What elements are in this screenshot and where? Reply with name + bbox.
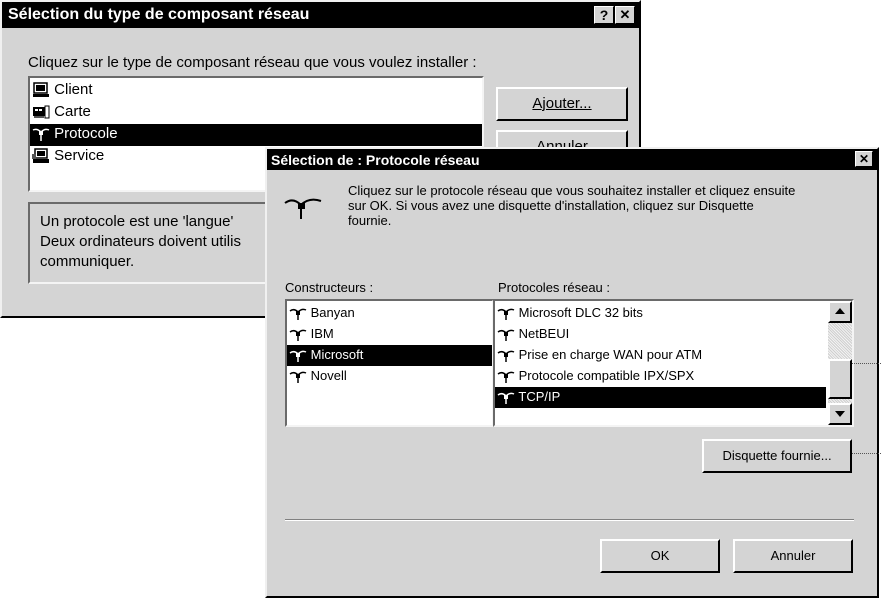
protocol-plug-icon bbox=[284, 198, 322, 219]
protocol-dialog: Sélection de : Protocole réseau ✕ Clique… bbox=[265, 147, 879, 598]
scroll-up-button[interactable] bbox=[828, 301, 852, 323]
protocol-item[interactable]: Microsoft DLC 32 bits bbox=[495, 303, 826, 324]
arrow-up-icon bbox=[835, 308, 845, 314]
list-item-client[interactable]: Client bbox=[30, 80, 482, 102]
callout-line bbox=[852, 453, 881, 454]
network-card-icon bbox=[33, 105, 50, 119]
manufacturer-item-ibm[interactable]: IBM bbox=[287, 324, 492, 345]
close-icon: ✕ bbox=[619, 7, 631, 22]
instructions: Cliquez sur le protocole réseau que vous… bbox=[348, 183, 795, 228]
instruction-line: Cliquez sur le protocole réseau que vous… bbox=[348, 183, 796, 198]
protocol-plug-icon bbox=[497, 371, 515, 383]
close-button[interactable]: ✕ bbox=[615, 6, 635, 24]
callout-line bbox=[852, 363, 881, 364]
protocol-plug-icon bbox=[289, 371, 307, 383]
disk-button[interactable]: Disquette fournie... bbox=[702, 439, 852, 473]
protocol-plug-icon bbox=[497, 329, 515, 341]
protocols-list[interactable]: Microsoft DLC 32 bits NetBEUI Prise en c… bbox=[493, 299, 854, 427]
protocol-titlebar[interactable]: Sélection de : Protocole réseau ✕ bbox=[267, 149, 877, 170]
close-icon: ✕ bbox=[858, 152, 870, 166]
component-type-title: Sélection du type de composant réseau bbox=[8, 6, 310, 23]
component-type-titlebar[interactable]: Sélection du type de composant réseau ? … bbox=[2, 2, 639, 28]
help-icon: ? bbox=[599, 7, 609, 23]
manufacturers-label: Constructeurs : bbox=[285, 280, 374, 295]
add-button[interactable]: Ajouter... bbox=[496, 87, 628, 121]
manufacturer-item-banyan[interactable]: Banyan bbox=[287, 303, 492, 324]
cancel-button[interactable]: Annuler bbox=[733, 539, 853, 573]
protocol-item[interactable]: Prise en charge WAN pour ATM bbox=[495, 345, 826, 366]
service-computer-icon bbox=[32, 148, 49, 164]
manufacturer-item-microsoft[interactable]: Microsoft bbox=[287, 345, 492, 366]
list-item-protocole[interactable]: Protocole bbox=[30, 124, 482, 146]
instruction-line: fournie. bbox=[348, 213, 392, 228]
protocol-plug-icon bbox=[289, 350, 307, 362]
protocol-plug-icon bbox=[32, 128, 50, 142]
protocol-plug-icon bbox=[289, 329, 307, 341]
ok-button[interactable]: OK bbox=[600, 539, 720, 573]
scroll-thumb[interactable] bbox=[828, 359, 852, 399]
protocol-item[interactable]: NetBEUI bbox=[495, 324, 826, 345]
arrow-down-icon bbox=[835, 411, 845, 417]
scroll-down-button[interactable] bbox=[828, 403, 852, 425]
separator bbox=[285, 519, 854, 521]
computer-icon bbox=[33, 82, 49, 98]
protocol-item-selected[interactable]: TCP/IP bbox=[495, 387, 826, 408]
protocol-plug-icon bbox=[497, 350, 515, 362]
protocol-plug-icon bbox=[497, 392, 515, 404]
help-button[interactable]: ? bbox=[594, 6, 614, 24]
protocols-scrollbar[interactable] bbox=[828, 301, 852, 425]
protocol-plug-icon bbox=[289, 308, 307, 320]
component-type-prompt: Cliquez sur le type de composant réseau … bbox=[28, 54, 477, 71]
list-item-carte[interactable]: Carte bbox=[30, 102, 482, 124]
protocols-label: Protocoles réseau : bbox=[498, 280, 611, 295]
protocol-item[interactable]: Protocole compatible IPX/SPX bbox=[495, 366, 826, 387]
manufacturers-list[interactable]: Banyan IBM Microsoft Novell bbox=[285, 299, 494, 427]
instruction-line: sur OK. Si vous avez une disquette d'ins… bbox=[348, 198, 754, 213]
protocol-plug-icon bbox=[497, 308, 515, 320]
protocol-title: Sélection de : Protocole réseau bbox=[271, 152, 480, 168]
manufacturer-item-novell[interactable]: Novell bbox=[287, 366, 492, 387]
protocol-close-button[interactable]: ✕ bbox=[855, 151, 873, 167]
